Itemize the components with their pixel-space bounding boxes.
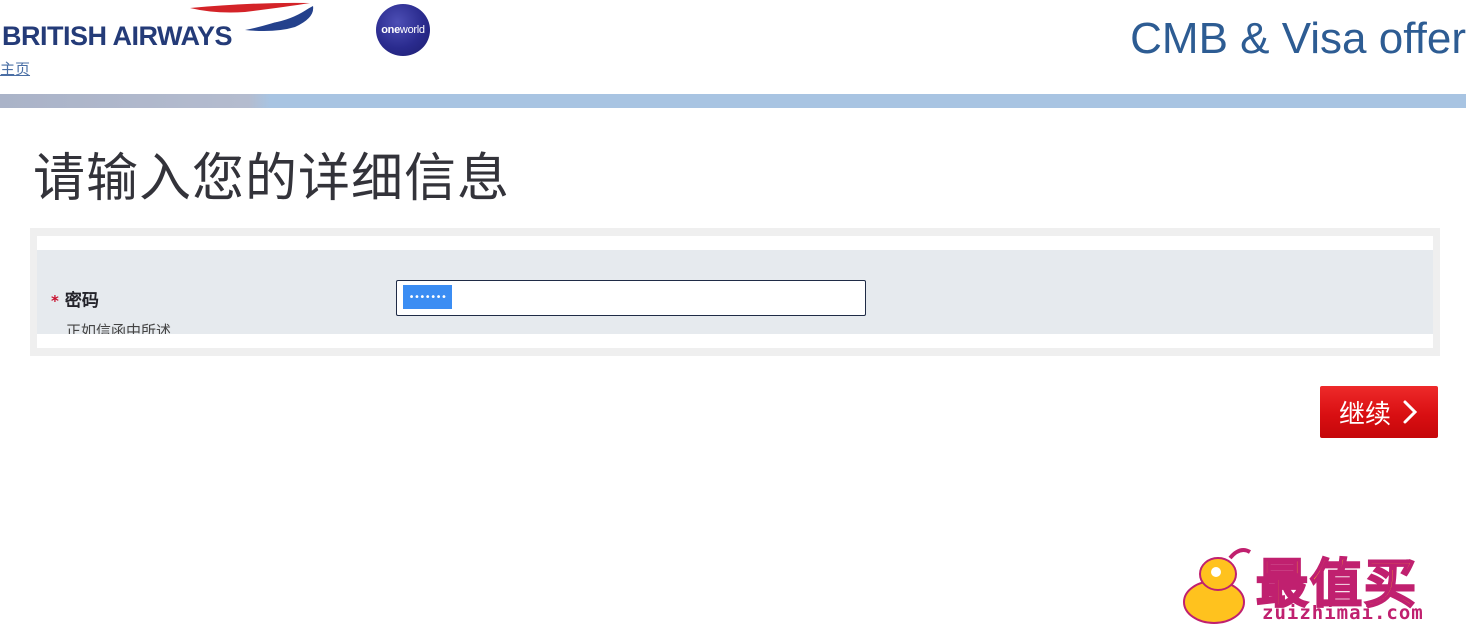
required-marker: *: [51, 292, 59, 310]
password-input[interactable]: [396, 280, 866, 316]
form-panel: * 密码 正如信函中所述 •••••••: [30, 228, 1440, 356]
gourd-logo-icon: [1183, 548, 1252, 624]
british-airways-logo[interactable]: BRITISH AIRWAYS: [0, 0, 330, 60]
site-title: CMB & Visa offer: [1130, 14, 1466, 63]
continue-button[interactable]: 继续: [1320, 386, 1438, 438]
password-label-text: 密码: [64, 291, 99, 311]
watermark: 最值买 zuizhimai.com: [1178, 542, 1466, 625]
oneworld-suffix: world: [399, 24, 425, 36]
header: BRITISH AIRWAYS 主页 one world CMB & Visa o…: [0, 0, 1466, 94]
page: BRITISH AIRWAYS 主页 one world CMB & Visa o…: [0, 0, 1466, 625]
watermark-url: zuizhimai.com: [1262, 602, 1424, 624]
continue-button-label: 继续: [1338, 399, 1391, 430]
chevron-right-icon: [1403, 400, 1418, 424]
password-row: * 密码 正如信函中所述 •••••••: [37, 250, 1433, 340]
oneworld-prefix: one: [381, 24, 400, 36]
brand-wordmark: BRITISH AIRWAYS: [2, 21, 233, 51]
password-label: * 密码: [51, 286, 99, 311]
page-title: 请输入您的详细信息: [33, 149, 511, 209]
panel-spacer-top: [37, 236, 1433, 250]
panel-spacer-bottom: [37, 334, 1433, 348]
header-band-accent: [0, 94, 270, 108]
home-link[interactable]: 主页: [0, 58, 30, 79]
oneworld-logo-icon: one world: [376, 4, 430, 56]
